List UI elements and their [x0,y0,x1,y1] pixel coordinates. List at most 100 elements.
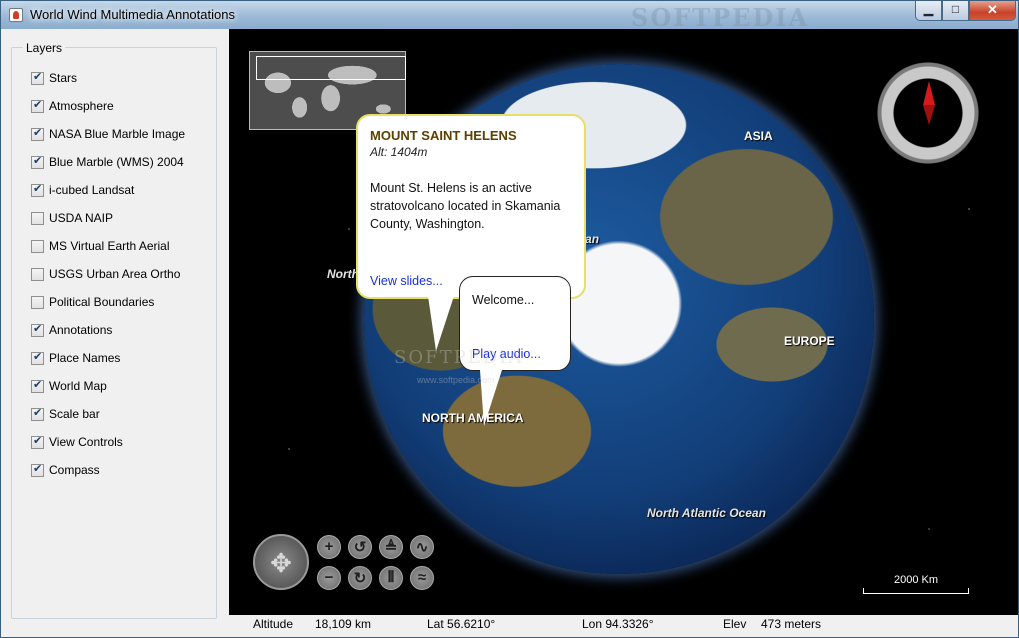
maximize-icon: □ [951,2,960,16]
app-window: World Wind Multimedia Annotations SOFTPE… [0,0,1019,638]
layer-item[interactable]: Political Boundaries [31,293,154,311]
layer-checkbox[interactable] [31,406,44,421]
layer-label: USGS Urban Area Ortho [49,267,181,281]
exaggeration-up-button[interactable]: ∿ [410,535,434,559]
layer-label: MS Virtual Earth Aerial [49,239,170,253]
layers-title: Layers [23,41,66,55]
label-north: North [327,267,359,281]
layer-label: Stars [49,71,78,85]
layer-item[interactable]: Scale bar [31,405,100,423]
elevation-value: 473 meters [761,617,822,631]
window-controls: ▁ □ ✕ [915,1,1016,21]
layer-checkbox[interactable] [31,182,44,197]
label-north-america: NORTH AMERICA [422,411,524,425]
layer-item[interactable]: Compass [31,461,100,479]
pan-control[interactable]: ✥ [253,534,309,590]
layer-item[interactable]: Annotations [31,321,112,339]
label-europe: EUROPE [784,334,835,348]
layer-item[interactable]: NASA Blue Marble Image [31,125,185,143]
layer-checkbox[interactable] [31,98,44,113]
layer-item[interactable]: Blue Marble (WMS) 2004 [31,153,184,171]
annotation-title: MOUNT SAINT HELENS [370,128,517,143]
layer-label: Political Boundaries [49,295,155,309]
layer-checkbox[interactable] [31,322,44,337]
layer-item[interactable]: View Controls [31,433,123,451]
layer-checkbox[interactable] [31,70,44,85]
title-bar[interactable]: World Wind Multimedia Annotations SOFTPE… [1,1,1018,32]
layer-checkbox[interactable] [31,239,44,253]
compass[interactable] [874,59,982,167]
elevation-label: Elev [723,617,747,631]
softpedia-watermark-globe: SOFTPEDIA [394,347,524,368]
layer-label: View Controls [49,435,123,449]
layer-label: Place Names [49,351,121,365]
layer-label: Compass [49,463,100,477]
pitch-up-button[interactable]: ≜ [379,535,403,559]
layer-checkbox[interactable] [31,211,44,225]
label-asia: ASIA [744,129,773,143]
layer-item[interactable]: World Map [31,377,107,395]
annotation-mount-saint-helens[interactable]: MOUNT SAINT HELENS Alt: 1404m Mount St. … [356,114,586,351]
maximize-button[interactable]: □ [942,1,969,21]
rotate-left-icon: ↺ [353,539,367,556]
layer-checkbox[interactable] [31,295,44,309]
layer-item[interactable]: MS Virtual Earth Aerial [31,237,170,255]
exaggeration-down-button[interactable]: ≈ [410,566,434,590]
annotation-pointer [428,296,454,351]
layer-label: World Map [49,379,107,393]
status-bar: Altitude 18,109 km Lat 56.6210° Lon 94.3… [229,615,1018,637]
label-north-atlantic-ocean: North Atlantic Ocean [647,506,766,520]
layer-checkbox[interactable] [31,350,44,365]
zoom-in-button[interactable]: + [317,535,341,559]
globe-view[interactable]: ASIA Arctic Ocean North EUROPE NORTH AME… [229,29,1018,615]
scale-bar-line [863,588,969,594]
pitch-down-button[interactable]: ⫴ [379,566,403,590]
zoom-in-icon: + [324,538,334,555]
annotation-altitude: Alt: 1404m [370,145,428,159]
annotation-audio-text: Welcome... [472,293,535,307]
pan-icon: ✥ [270,548,292,578]
annotation-body: Mount St. Helens is an active stratovolc… [370,181,561,231]
minimize-icon: ▁ [923,2,934,16]
layer-checkbox[interactable] [31,267,44,281]
layer-label: Scale bar [49,407,100,421]
zoom-out-button[interactable]: − [317,566,341,590]
layer-item[interactable]: Place Names [31,349,120,367]
scale-bar-label: 2000 Km [893,574,939,586]
latitude-readout: Lat 56.6210° [427,617,496,631]
altitude-label: Altitude [253,617,294,631]
layer-checkbox[interactable] [31,462,44,477]
layer-item[interactable]: Atmosphere [31,97,114,115]
layer-checkbox[interactable] [31,434,44,449]
layer-label: NASA Blue Marble Image [49,127,186,141]
pitch-up-icon: ≜ [384,539,398,556]
zoom-out-icon: − [324,569,334,586]
scale-bar: 2000 Km [863,574,969,594]
layer-label: Blue Marble (WMS) 2004 [49,155,184,169]
layer-checkbox[interactable] [31,154,44,169]
heading-right-button[interactable]: ↻ [348,566,372,590]
softpedia-watermark: SOFTPEDIA [631,3,810,32]
compass-needle-tail [923,105,935,125]
layer-item[interactable]: i-cubed Landsat [31,181,134,199]
close-icon: ✕ [987,2,998,17]
terrain-up-icon: ∿ [415,539,429,556]
layer-item[interactable]: Stars [31,69,77,87]
layers-panel: Layers Stars Atmosphere NASA Blue Marble I… [1,29,229,637]
layer-checkbox[interactable] [31,378,44,393]
layer-checkbox[interactable] [31,126,44,141]
altitude-value: 18,109 km [315,617,372,631]
compass-needle-icon [923,81,935,105]
layer-label: i-cubed Landsat [49,183,135,197]
view-slides-link[interactable]: View slides... [370,274,443,288]
minimize-button[interactable]: ▁ [915,1,942,21]
heading-left-button[interactable]: ↺ [348,535,372,559]
java-app-icon [9,8,23,22]
layer-item[interactable]: USDA NAIP [31,209,113,227]
longitude-readout: Lon 94.3326° [582,617,654,631]
layer-label: USDA NAIP [49,211,114,225]
layer-item[interactable]: USGS Urban Area Ortho [31,265,180,283]
close-button[interactable]: ✕ [969,1,1016,21]
pitch-down-icon: ⫴ [387,569,395,586]
layer-label: Atmosphere [49,99,114,113]
